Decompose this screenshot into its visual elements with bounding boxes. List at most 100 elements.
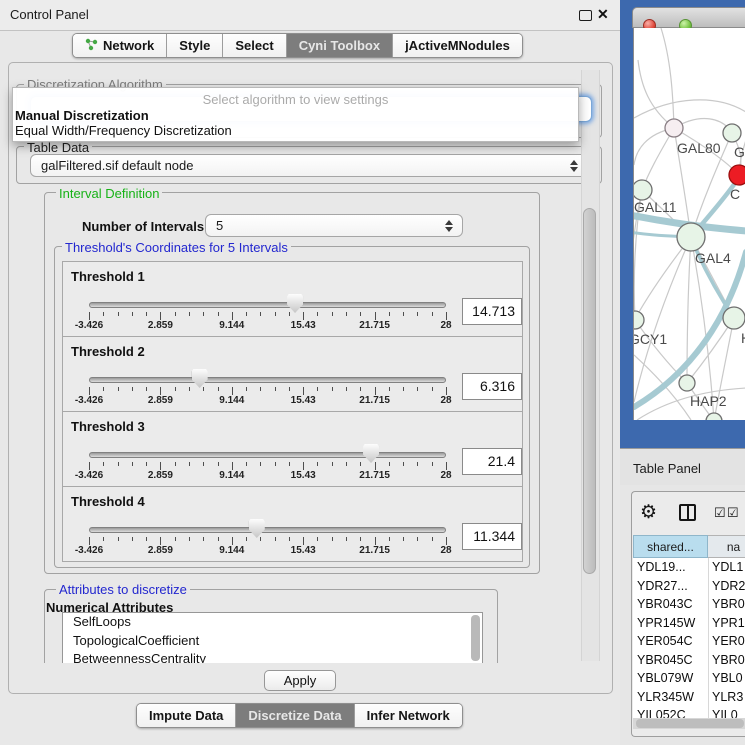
column-header-name[interactable]: na — [708, 535, 745, 558]
slider-tick-labels: -3.4262.8599.14415.4321.71528 — [89, 320, 446, 332]
gear-icon[interactable]: ⚙ — [640, 501, 657, 524]
slider-handle[interactable] — [249, 519, 265, 538]
slider-track[interactable] — [89, 302, 446, 308]
tab-jactivemnodules[interactable]: jActiveMNodules — [392, 34, 522, 57]
table-row[interactable]: YER054C YER0 — [633, 632, 745, 651]
algorithm-hint-option[interactable]: Select algorithm to view settings — [13, 88, 578, 108]
slider-track[interactable] — [89, 377, 446, 383]
network-node[interactable] — [677, 223, 705, 251]
cell-shared-name[interactable]: YDL19... — [637, 560, 686, 574]
slider-track[interactable] — [89, 527, 446, 533]
close-icon[interactable]: ✕ — [597, 6, 609, 23]
threshold-value-field[interactable]: 21.4 — [462, 448, 522, 475]
table-row[interactable]: YBR045C YBR0 — [633, 651, 745, 670]
attributes-group-title: Attributes to discretize — [56, 582, 190, 597]
threshold-panel: Threshold 3-3.4262.8599.14415.4321.71528… — [62, 411, 523, 487]
table-panel-titlebar: Table Panel — [620, 448, 745, 485]
slider-handle[interactable] — [363, 444, 379, 463]
tick-label: 2.859 — [148, 470, 173, 481]
number-of-intervals-value: 5 — [216, 218, 223, 233]
tick-label: -3.426 — [75, 470, 103, 481]
tab-select[interactable]: Select — [222, 34, 285, 57]
checkbox-icon[interactable]: ☑ — [727, 505, 739, 521]
attribute-list-item[interactable]: SelfLoops — [63, 613, 482, 632]
tab-impute-data-label: Impute Data — [149, 708, 223, 723]
cell-name[interactable]: YBR0 — [712, 597, 745, 611]
tab-jactivemnodules-label: jActiveMNodules — [405, 38, 510, 53]
control-panel-tabbar: Network Style Select Cyni Toolbox jActiv… — [72, 33, 523, 58]
table-row[interactable]: YDR27... YDR2 — [633, 577, 745, 596]
threshold-label: Threshold 1 — [71, 269, 145, 284]
number-of-intervals-combobox[interactable]: 5 — [205, 214, 463, 237]
network-node[interactable] — [634, 311, 644, 329]
network-node[interactable] — [665, 119, 683, 137]
network-window-titlebar[interactable] — [632, 7, 745, 28]
network-node[interactable] — [679, 375, 695, 391]
float-window-icon[interactable] — [579, 10, 592, 21]
tab-select-label: Select — [235, 38, 273, 53]
network-node[interactable] — [723, 124, 741, 142]
table-row[interactable]: YPR145W YPR1 — [633, 614, 745, 633]
attribute-items: SelfLoopsTopologicalCoefficientBetweenne… — [63, 613, 482, 663]
slider-handle[interactable] — [192, 369, 208, 388]
tab-infer-network[interactable]: Infer Network — [354, 704, 462, 727]
tab-network[interactable]: Network — [73, 34, 166, 57]
network-node[interactable] — [729, 165, 745, 185]
apply-button[interactable]: Apply — [264, 670, 336, 691]
cell-shared-name[interactable]: YPR145W — [637, 616, 695, 630]
network-node-label: GAL4 — [695, 250, 731, 266]
cell-shared-name[interactable]: YLR345W — [637, 690, 694, 704]
tick-label: 28 — [440, 470, 451, 481]
network-node[interactable] — [634, 180, 652, 200]
slider-tick-labels: -3.4262.8599.14415.4321.71528 — [89, 545, 446, 557]
attribute-list-item[interactable]: TopologicalCoefficient — [63, 632, 482, 651]
network-view[interactable]: GAL80GACGAL11GAL4GCY1HHAP2 — [633, 28, 745, 420]
tick-label: 9.144 — [219, 470, 244, 481]
column-header-shared-name[interactable]: shared... — [633, 535, 708, 558]
threshold-value-field[interactable]: 14.713 — [462, 298, 522, 325]
slider-track[interactable] — [89, 452, 446, 458]
cell-shared-name[interactable]: YER054C — [637, 634, 693, 648]
slider-handle[interactable] — [287, 294, 303, 313]
cell-name[interactable]: YLR3 — [712, 690, 743, 704]
threshold-panel: Threshold 4-3.4262.8599.14415.4321.71528… — [62, 486, 523, 562]
attributes-list-scrollbar[interactable] — [471, 615, 480, 661]
tab-cyni-toolbox[interactable]: Cyni Toolbox — [286, 34, 392, 57]
cell-shared-name[interactable]: YBL079W — [637, 671, 693, 685]
table-hscrollbar-thumb[interactable] — [636, 719, 744, 728]
threshold-value-field[interactable]: 11.344 — [462, 523, 522, 550]
numerical-attributes-list[interactable]: SelfLoopsTopologicalCoefficientBetweenne… — [62, 612, 483, 663]
tick-label: 15.43 — [291, 320, 316, 331]
threshold-panel: Threshold 2-3.4262.8599.14415.4321.71528… — [62, 336, 523, 412]
attribute-list-item[interactable]: BetweennessCentrality — [63, 650, 482, 663]
cell-name[interactable]: YBR0 — [712, 653, 745, 667]
cell-name[interactable]: YPR1 — [712, 616, 745, 630]
tick-label: 15.43 — [291, 470, 316, 481]
number-of-intervals-label: Number of Intervals — [82, 219, 204, 234]
tab-style[interactable]: Style — [166, 34, 222, 57]
table-data-combobox[interactable]: galFiltered.sif default node — [30, 154, 588, 177]
tab-impute-data[interactable]: Impute Data — [137, 704, 235, 727]
cell-name[interactable]: YDR2 — [712, 579, 745, 593]
table-row[interactable]: YLR345W YLR3 — [633, 688, 745, 707]
cell-shared-name[interactable]: YBR045C — [637, 653, 693, 667]
table-row[interactable]: YBR043C YBR0 — [633, 595, 745, 614]
threshold-value-field[interactable]: 6.316 — [462, 373, 522, 400]
thresholds-group-title: Threshold's Coordinates for 5 Intervals — [62, 240, 291, 255]
cell-shared-name[interactable]: YBR043C — [637, 597, 693, 611]
cell-name[interactable]: YDL1 — [712, 560, 743, 574]
algorithm-option-manual[interactable]: Manual Discretization — [13, 108, 578, 123]
network-node[interactable] — [723, 307, 745, 329]
tab-discretize-data[interactable]: Discretize Data — [235, 704, 353, 727]
control-panel-titlebar: Control Panel ✕ — [0, 0, 620, 31]
split-columns-icon[interactable] — [679, 504, 696, 521]
table-row[interactable]: YDL19... YDL1 — [633, 558, 745, 577]
main-scrollbar-thumb[interactable] — [583, 208, 596, 574]
cell-name[interactable]: YBL0 — [712, 671, 743, 685]
cell-shared-name[interactable]: YDR27... — [637, 579, 688, 593]
table-hscrollbar-track[interactable] — [633, 718, 745, 729]
checkbox-icon[interactable]: ☑ — [714, 505, 726, 521]
cell-name[interactable]: YER0 — [712, 634, 745, 648]
table-row[interactable]: YBL079W YBL0 — [633, 669, 745, 688]
algorithm-option-equal-width[interactable]: Equal Width/Frequency Discretization — [13, 123, 578, 138]
